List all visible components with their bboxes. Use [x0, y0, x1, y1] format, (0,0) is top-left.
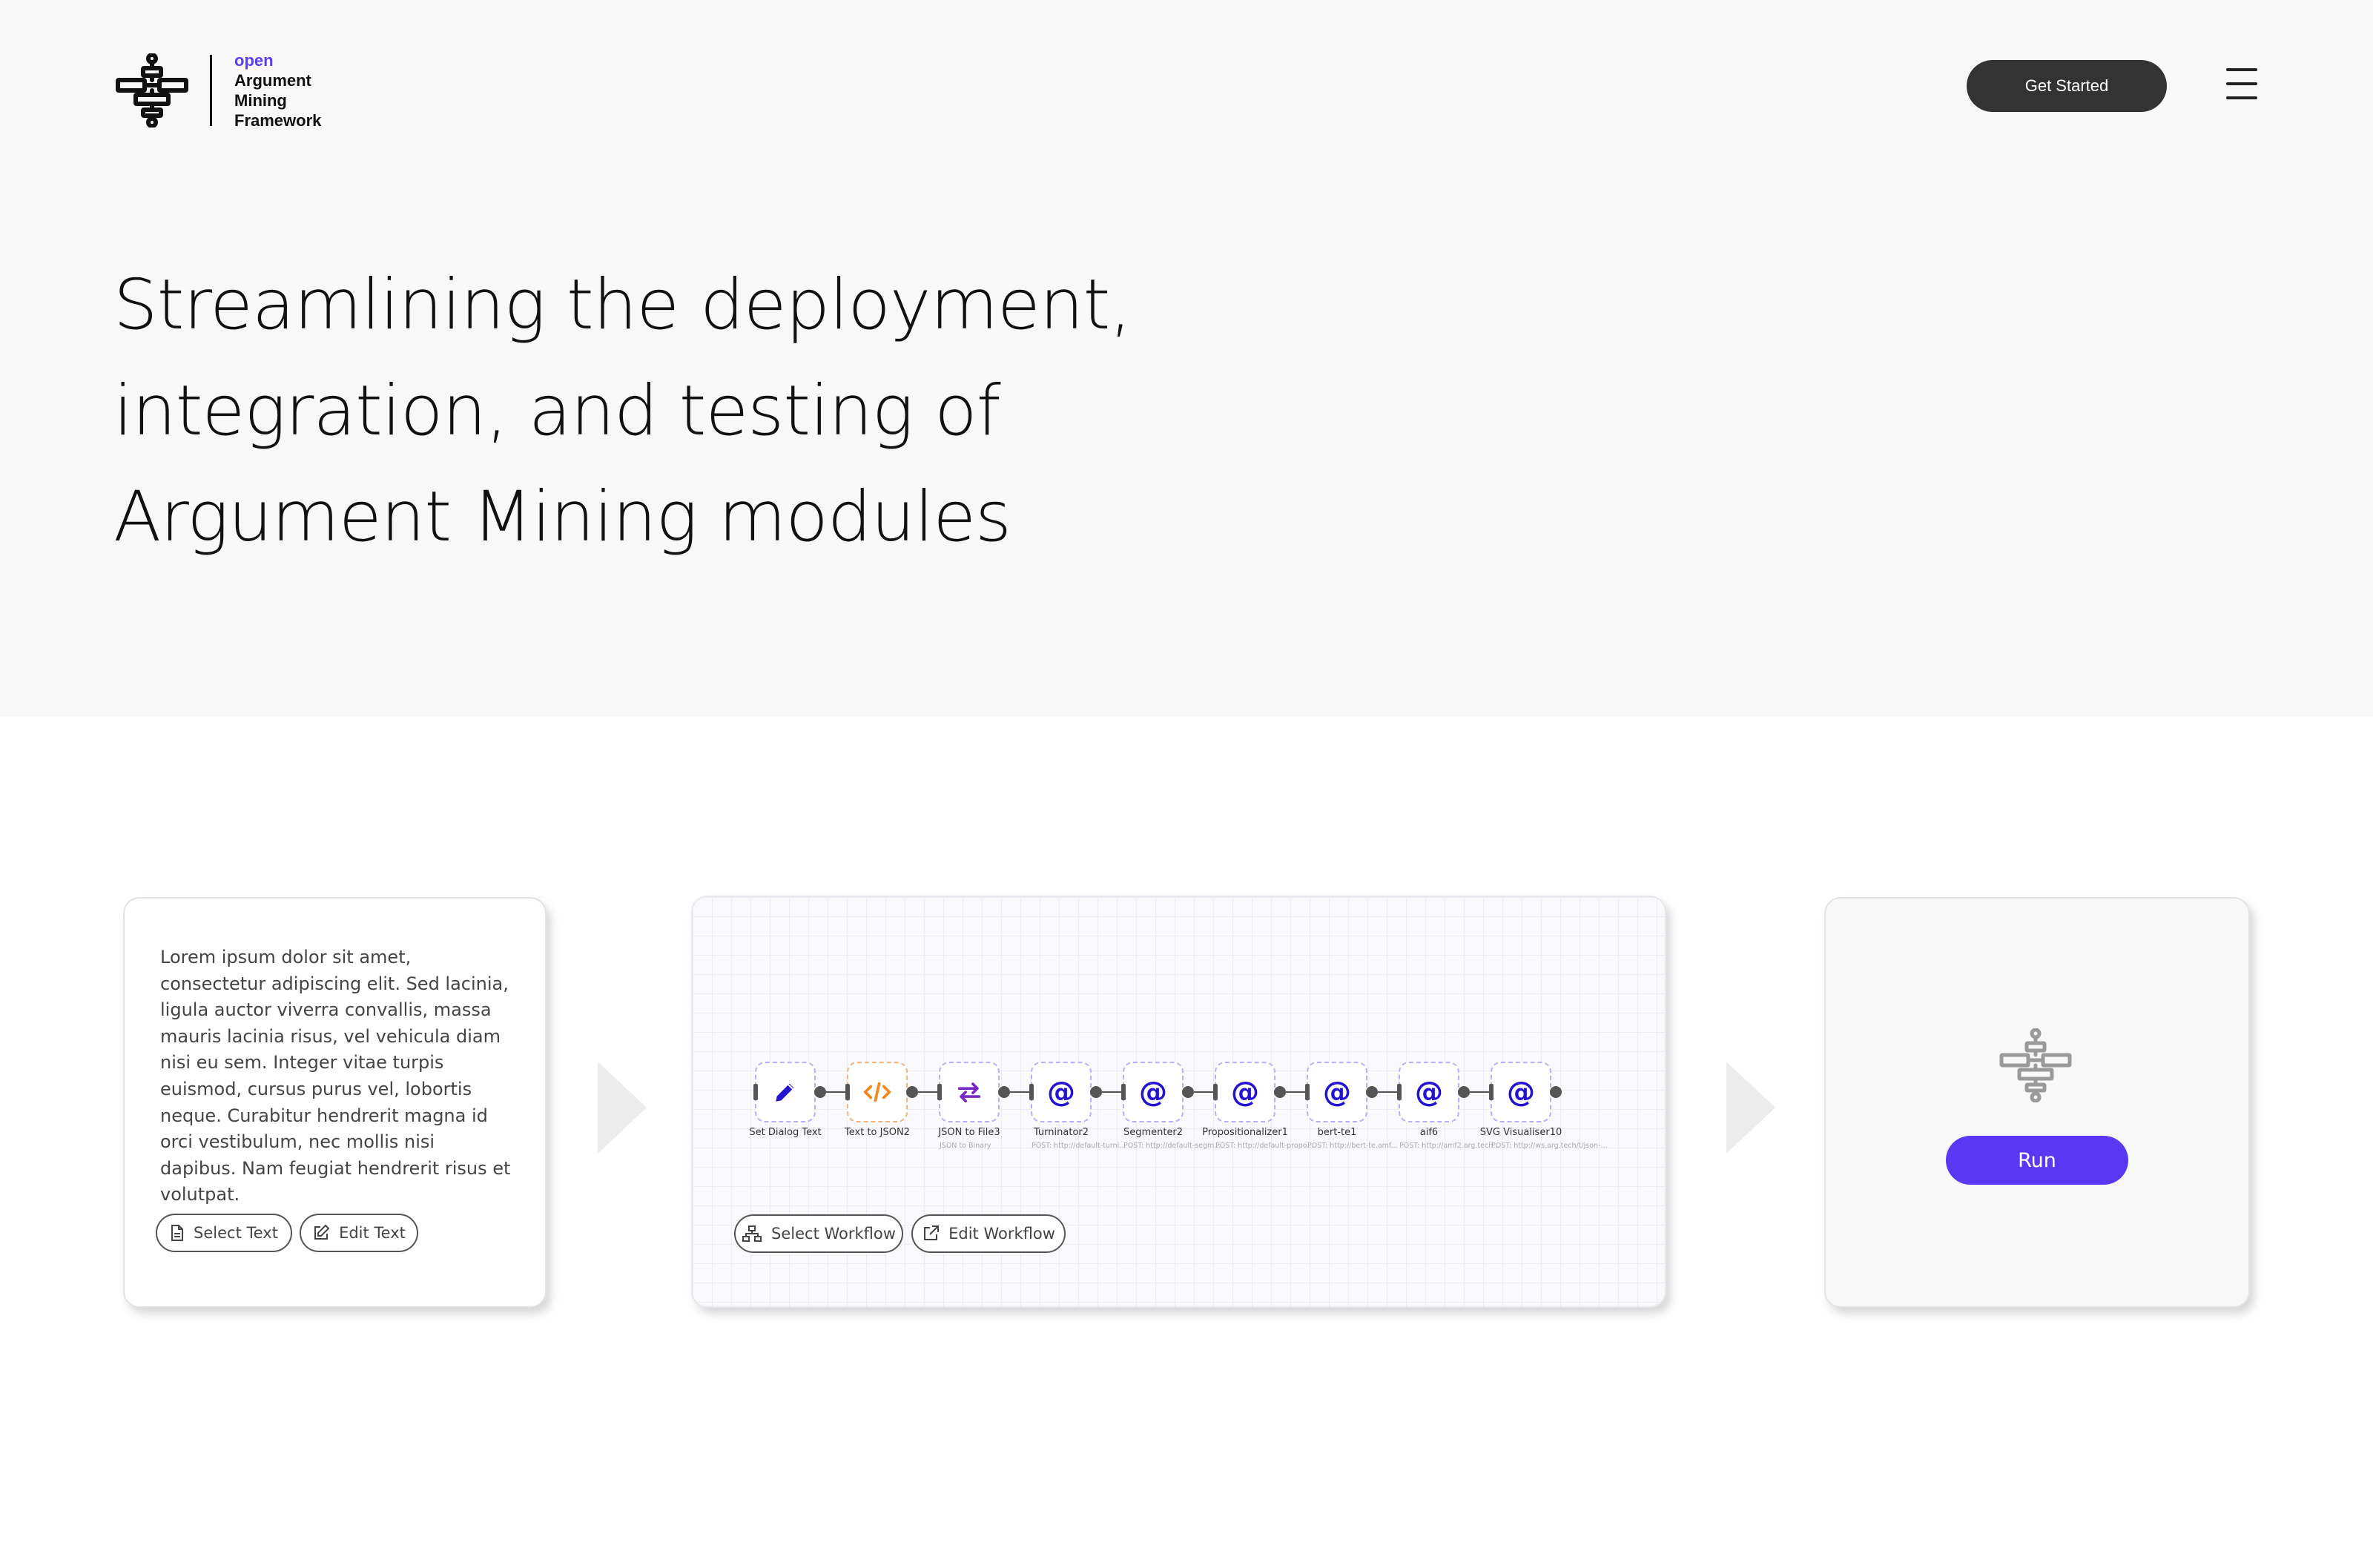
- node-input-port[interactable]: [1397, 1084, 1402, 1100]
- node-input-port[interactable]: [1213, 1084, 1218, 1100]
- hero-headline: Streamlining the deployment, integration…: [113, 252, 1300, 570]
- workflow-node-subtitle: POST: http://amf2.arg.tech...: [1399, 1142, 1500, 1150]
- flowchart-logo-icon: [116, 53, 188, 128]
- workflow-node-subtitle: POST: http://bert-te.amf...: [1307, 1142, 1398, 1150]
- node-output-port[interactable]: [1550, 1086, 1562, 1098]
- text-panel: Lorem ipsum dolor sit amet, consectetur …: [123, 897, 547, 1308]
- workflow-node[interactable]: @: [1215, 1062, 1275, 1122]
- code-icon: [863, 1081, 891, 1103]
- at-sign-icon: @: [1323, 1076, 1351, 1108]
- node-output-port[interactable]: [1090, 1086, 1102, 1098]
- logo-word-mining: Mining: [234, 91, 287, 110]
- edit-text-button[interactable]: Edit Text: [300, 1214, 418, 1252]
- sitemap-icon: [742, 1225, 762, 1242]
- node-output-port[interactable]: [906, 1086, 918, 1098]
- workflow-node-label: JSON to File3: [938, 1127, 1000, 1138]
- workflow-node[interactable]: [755, 1062, 816, 1122]
- run-panel: Run: [1824, 897, 2250, 1308]
- logo-wordmark: open Argument Mining Framework: [234, 50, 321, 130]
- node-connection: [1194, 1091, 1215, 1093]
- select-workflow-label: Select Workflow: [771, 1225, 896, 1243]
- edit-workflow-button[interactable]: Edit Workflow: [911, 1214, 1066, 1253]
- document-icon: [171, 1225, 184, 1241]
- input-text: Lorem ipsum dolor sit amet, consectetur …: [160, 947, 511, 1205]
- edit-workflow-label: Edit Workflow: [948, 1225, 1055, 1243]
- hamburger-menu-icon[interactable]: [2226, 68, 2257, 101]
- logo-word-framework: Framework: [234, 111, 322, 130]
- swap-arrows-icon: [957, 1081, 982, 1103]
- node-input-port[interactable]: [1305, 1084, 1310, 1100]
- run-button[interactable]: Run: [1946, 1136, 2128, 1185]
- workflow-node[interactable]: [847, 1062, 908, 1122]
- at-sign-icon: @: [1139, 1076, 1167, 1108]
- headline-line: integration, and testing of: [113, 371, 1001, 451]
- external-link-icon: [924, 1225, 940, 1240]
- edit-text-label: Edit Text: [339, 1224, 406, 1242]
- node-connection: [1378, 1091, 1399, 1093]
- at-sign-icon: @: [1507, 1076, 1535, 1108]
- select-text-label: Select Text: [194, 1224, 278, 1242]
- node-connection: [1470, 1091, 1491, 1093]
- node-connection: [1286, 1091, 1307, 1093]
- workflow-node-label: SVG Visualiser10: [1479, 1127, 1562, 1138]
- at-sign-icon: @: [1231, 1076, 1259, 1108]
- logo-divider: [210, 55, 212, 126]
- workflow-node[interactable]: @: [1491, 1062, 1551, 1122]
- workflow-node-label: Text to JSON2: [845, 1127, 910, 1138]
- node-connection: [826, 1091, 847, 1093]
- workflow-node-label: Turninator2: [1033, 1127, 1089, 1138]
- flow-arrow: [598, 1062, 647, 1154]
- workflow-node[interactable]: @: [1031, 1062, 1092, 1122]
- workflow-node-label: bert-te1: [1317, 1127, 1357, 1138]
- flowchart-logo-icon: [1999, 1028, 2072, 1102]
- workflow-node[interactable]: @: [1399, 1062, 1459, 1122]
- node-output-port[interactable]: [1274, 1086, 1286, 1098]
- at-sign-icon: @: [1047, 1076, 1075, 1108]
- node-input-port[interactable]: [753, 1084, 758, 1100]
- node-output-port[interactable]: [1182, 1086, 1194, 1098]
- workflow-node-subtitle: POST: http://default-turni...: [1032, 1142, 1126, 1150]
- workflow-node-subtitle: JSON to Binary: [940, 1142, 991, 1150]
- workflow-node-label: Propositionalizer1: [1202, 1127, 1288, 1138]
- workflow-panel: Select Workflow Edit Workflow Set Dialog…: [691, 896, 1666, 1308]
- workflow-node-subtitle: POST: http://default-segm...: [1123, 1142, 1221, 1150]
- node-connection: [1102, 1091, 1123, 1093]
- headline-line: Argument Mining modules: [113, 477, 1011, 558]
- node-input-port[interactable]: [845, 1084, 850, 1100]
- workflow-node-subtitle: POST: http://ws.arg.tech/t/json-...: [1491, 1142, 1608, 1150]
- at-sign-icon: @: [1415, 1076, 1443, 1108]
- node-connection: [1010, 1091, 1031, 1093]
- select-text-button[interactable]: Select Text: [156, 1214, 292, 1252]
- workflow-node-label: aif6: [1419, 1127, 1439, 1138]
- get-started-button[interactable]: Get Started: [1967, 60, 2167, 112]
- workflow-node-label: Set Dialog Text: [749, 1127, 822, 1138]
- edit-icon: [314, 1224, 330, 1240]
- workflow-node[interactable]: @: [1307, 1062, 1367, 1122]
- flow-arrow: [1726, 1062, 1775, 1154]
- node-input-port[interactable]: [1029, 1084, 1034, 1100]
- node-input-port[interactable]: [1489, 1084, 1494, 1100]
- node-output-port[interactable]: [1366, 1086, 1378, 1098]
- logo-word-argument: Argument: [234, 71, 311, 90]
- hero-section: open Argument Mining Framework Get Start…: [0, 0, 2373, 716]
- node-input-port[interactable]: [937, 1084, 942, 1100]
- pencil-icon: [773, 1079, 798, 1105]
- workflow-node[interactable]: @: [1123, 1062, 1184, 1122]
- node-input-port[interactable]: [1121, 1084, 1126, 1100]
- workflow-node-subtitle: POST: http://default-propo...: [1215, 1142, 1314, 1150]
- logo-word-open: open: [234, 51, 274, 70]
- workflow-node-label: Segmenter2: [1123, 1127, 1184, 1138]
- node-connection: [918, 1091, 939, 1093]
- node-output-port[interactable]: [1458, 1086, 1470, 1098]
- headline-line: Streamlining the deployment,: [113, 265, 1132, 345]
- select-workflow-button[interactable]: Select Workflow: [734, 1214, 903, 1253]
- node-output-port[interactable]: [814, 1086, 826, 1098]
- node-output-port[interactable]: [998, 1086, 1010, 1098]
- workflow-node[interactable]: [939, 1062, 1000, 1122]
- site-logo[interactable]: open Argument Mining Framework: [115, 50, 321, 130]
